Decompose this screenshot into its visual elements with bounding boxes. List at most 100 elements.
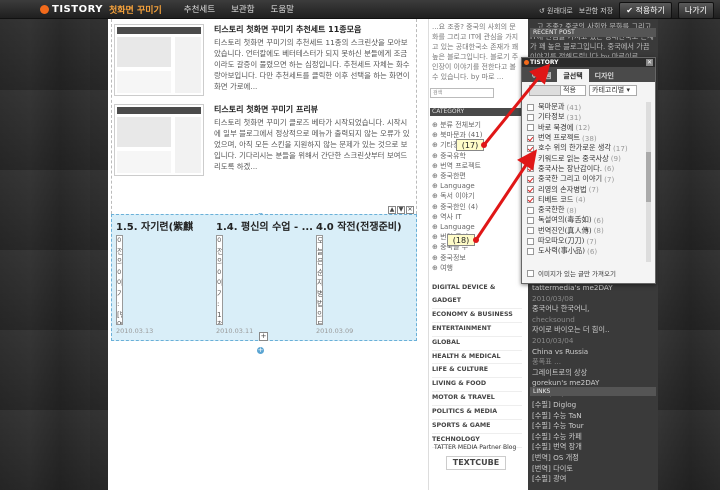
link-item[interactable]: [수필] 수능 Tour bbox=[532, 421, 656, 432]
category-item[interactable]: ⊕ 중국정보 bbox=[432, 253, 522, 263]
tag-item[interactable]: GLOBAL bbox=[432, 337, 522, 351]
selected-section[interactable]: ▲ ▼ ✕ 1.5. 자기련(紫麒 이전의 이야기 : [번역 프로젝트/티베트… bbox=[111, 206, 417, 341]
category-item[interactable]: ⊕ 여행 bbox=[432, 263, 522, 273]
category-option[interactable]: 중국한한 (8) bbox=[527, 205, 649, 215]
category-item[interactable]: ⊕ Language bbox=[432, 222, 522, 232]
image-only-checkbox[interactable] bbox=[527, 269, 534, 277]
move-up-icon[interactable]: ▲ bbox=[388, 206, 396, 214]
category-select[interactable]: 카테고리별 ▾ bbox=[589, 85, 637, 96]
add-section-plus-icon[interactable]: + bbox=[257, 347, 264, 354]
image-only-option[interactable]: 이미지가 있는 글만 가져오기 bbox=[527, 268, 616, 278]
category-option[interactable]: 호수 위의 한가로운 생각 (17) bbox=[527, 143, 649, 153]
category-checkbox[interactable] bbox=[527, 155, 534, 163]
card-title[interactable]: 1.5. 자기련(紫麒 bbox=[116, 218, 216, 233]
category-checkbox[interactable] bbox=[527, 165, 534, 173]
menu-recommend-set[interactable]: 추천세트 bbox=[184, 3, 215, 15]
tag-item[interactable]: DIGITAL DEVICE & GADGET bbox=[432, 282, 522, 309]
category-item[interactable]: ⊕ 역사 IT bbox=[432, 212, 522, 222]
category-option[interactable]: 도사력(事小品) (6) bbox=[527, 246, 649, 256]
category-checkbox[interactable] bbox=[527, 227, 534, 235]
tag-item[interactable]: SPORTS & GAME bbox=[432, 420, 522, 434]
category-option[interactable]: 따오따오(刀刀) (7) bbox=[527, 236, 649, 246]
close-icon[interactable]: ✕ bbox=[646, 59, 653, 66]
sidebar-search-input[interactable]: 검색 bbox=[430, 88, 494, 98]
category-option[interactable]: 북마문과 (41) bbox=[527, 102, 649, 112]
category-option[interactable]: 티베트 코드 (4) bbox=[527, 195, 649, 205]
category-option[interactable]: 중국한 그리고 이야기 (7) bbox=[527, 174, 649, 184]
category-checkbox[interactable] bbox=[527, 237, 534, 245]
category-item[interactable]: ⊕ 중국을 수 bbox=[432, 242, 522, 252]
category-option[interactable]: 번역진인(真人傳) (8) bbox=[527, 226, 649, 236]
category-checkbox[interactable] bbox=[527, 247, 534, 255]
category-checkbox[interactable] bbox=[527, 124, 534, 132]
comment-item[interactable]: 그레이트로의 상상 bbox=[532, 368, 656, 379]
category-item[interactable]: ⊕ 중국한인 (4) bbox=[432, 202, 522, 212]
category-item[interactable]: ⊕ 번역 독서 bbox=[432, 232, 522, 242]
category-checkbox[interactable] bbox=[527, 196, 534, 204]
tag-item[interactable]: LIFE & CULTURE bbox=[432, 364, 522, 379]
tag-item[interactable]: ECONOMY & BUSINESS bbox=[432, 309, 522, 323]
comment-item[interactable]: 자이로 바이오는 더 힘이.. bbox=[532, 325, 656, 336]
comment-item[interactable]: 중국어나 한국어니, bbox=[532, 304, 656, 315]
category-checkbox[interactable] bbox=[527, 144, 534, 152]
link-item[interactable]: [수필] 광여 bbox=[532, 474, 656, 485]
category-option[interactable]: 리영의 손자병법 (7) bbox=[527, 184, 649, 194]
category-checkbox[interactable] bbox=[527, 134, 534, 142]
menu-storage[interactable]: 보관함 bbox=[231, 3, 254, 15]
entry-thumbnail[interactable] bbox=[114, 24, 204, 96]
link-item[interactable]: [수필] 번역 장개 bbox=[532, 442, 656, 453]
category-item[interactable]: ⊕ Language bbox=[432, 181, 522, 191]
expand-plus-icon[interactable]: + bbox=[259, 332, 268, 341]
tab-item[interactable]: 아이템 bbox=[526, 69, 557, 82]
entry-thumbnail[interactable] bbox=[114, 104, 204, 176]
card-title[interactable]: 4.0 작전(전쟁준비) bbox=[316, 218, 416, 233]
tag-item[interactable]: ENTERTAINMENT bbox=[432, 323, 522, 337]
link-item[interactable]: [번역] OS 개정 bbox=[532, 453, 656, 464]
card-title[interactable]: 1.4. 평신의 수업 - ... bbox=[216, 218, 316, 233]
category-item[interactable]: ⊕ 독서 이야기 bbox=[432, 191, 522, 201]
tag-item[interactable]: MOTOR & TRAVEL bbox=[432, 392, 522, 407]
link-item[interactable]: [수필] 수능 TaN bbox=[532, 411, 656, 422]
post-card-2[interactable]: 1.4. 평신의 수업 - ... 이전의 이야기 : 1.3. 첫 번째 정신… bbox=[216, 218, 316, 335]
category-item[interactable]: ⊕ 중국한편 bbox=[432, 171, 522, 181]
tistory-logo[interactable]: TISTORY bbox=[40, 4, 103, 15]
undo-link[interactable]: ↺ 원래대로 bbox=[539, 6, 573, 16]
textcube-logo[interactable]: TEXTCUBE bbox=[446, 456, 506, 470]
apply-small-button[interactable]: 적용 bbox=[560, 85, 586, 96]
entry-title[interactable]: 티스토리 첫화면 꾸미기 프리뷰 bbox=[214, 104, 318, 115]
menu-help[interactable]: 도움말 bbox=[271, 3, 294, 15]
category-checkbox[interactable] bbox=[527, 113, 534, 121]
category-option[interactable]: 독설여의(毒舌如) (6) bbox=[527, 215, 649, 225]
tab-design[interactable]: 디자인 bbox=[589, 69, 620, 82]
tag-item[interactable]: LIVING & FOOD bbox=[432, 378, 522, 393]
category-option[interactable]: 중국사는 장난감이다. (6) bbox=[527, 164, 649, 174]
category-option[interactable]: 바로 북경에 (12) bbox=[527, 123, 649, 133]
tag-item[interactable]: HEALTH & MEDICAL bbox=[432, 351, 522, 365]
close-icon[interactable]: ✕ bbox=[406, 206, 414, 214]
tab-post-select[interactable]: 글선택 bbox=[557, 69, 589, 82]
category-item[interactable]: ⊕ 중국유학 bbox=[432, 151, 522, 161]
comment-item[interactable]: China vs Russia bbox=[532, 347, 656, 358]
category-option[interactable]: 키워드로 읽는 중국사상 (9) bbox=[527, 153, 649, 163]
link-item[interactable]: [수필] 수능 카페 bbox=[532, 432, 656, 443]
save-storage-link[interactable]: 보관함 저장 bbox=[579, 6, 613, 16]
post-card-3[interactable]: 4.0 작전(전쟁준비) 오늘은 순자병법의 두번째 편인 "작전(作戰)"을 … bbox=[316, 218, 416, 335]
comment-item[interactable]: tattermedia's me2DAY bbox=[532, 283, 656, 294]
popup-scrollbar[interactable] bbox=[646, 102, 651, 262]
link-item[interactable]: [번역] 다이토 bbox=[532, 464, 656, 475]
category-checkbox[interactable] bbox=[527, 186, 534, 194]
category-checkbox[interactable] bbox=[527, 103, 534, 111]
tag-item[interactable]: POLITICS & MEDIA bbox=[432, 406, 522, 421]
category-item[interactable]: ⊕ 분류 전체보기 bbox=[432, 120, 522, 130]
category-option[interactable]: 번역 프로젝트 (38) bbox=[527, 133, 649, 143]
category-item[interactable]: ⊕ 번역 프로젝트 bbox=[432, 161, 522, 171]
category-checkbox[interactable] bbox=[527, 216, 534, 224]
category-option[interactable]: 기타정보 (31) bbox=[527, 112, 649, 122]
move-down-icon[interactable]: ▼ bbox=[397, 206, 405, 214]
category-checkbox[interactable] bbox=[527, 175, 534, 183]
entry-1[interactable]: 티스토리 첫화면 꾸미기 추천세트 11종모음 티스토리 첫화면 꾸미기의 추천… bbox=[114, 24, 410, 99]
scrollbar-thumb[interactable] bbox=[646, 152, 651, 202]
post-card-1[interactable]: 1.5. 자기련(紫麒 이전의 이야기 : [번역 프로젝트/티베트 코드] -… bbox=[116, 218, 216, 335]
link-item[interactable]: [수필] Diglog bbox=[532, 400, 656, 411]
entry-2[interactable]: 티스토리 첫화면 꾸미기 프리뷰 티스토리 첫화면 꾸미기 클로즈 베타가 시작… bbox=[114, 104, 410, 182]
